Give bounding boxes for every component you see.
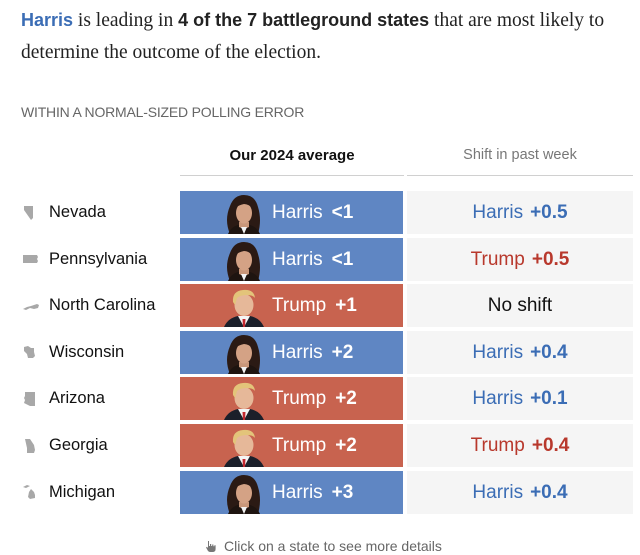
- state-name: Georgia: [49, 436, 108, 454]
- average-margin: <1: [331, 202, 354, 223]
- state-name: Wisconsin: [49, 342, 125, 361]
- average-leader: Trump: [272, 388, 327, 410]
- georgia-shape-icon: [25, 438, 35, 453]
- average-margin: +2: [331, 341, 354, 363]
- average-leader: Trump: [272, 295, 327, 317]
- state-label[interactable]: Nevada: [22, 191, 106, 234]
- intro-highlight: 4 of the 7 battleground states: [178, 10, 430, 30]
- average-label: Harris <1: [272, 191, 353, 234]
- state-row-georgia[interactable]: Georgia Trump +2 Trump +0.4: [0, 424, 640, 467]
- average-bar-harris[interactable]: Harris <1: [180, 191, 403, 234]
- shift-cell[interactable]: Harris +0.4: [407, 330, 633, 374]
- state-label[interactable]: Pennsylvania: [22, 238, 147, 281]
- wisconsin-shape-icon: [24, 346, 35, 359]
- average-bar-harris[interactable]: Harris +3: [180, 470, 403, 514]
- shift-cell[interactable]: No shift: [407, 284, 633, 328]
- average-margin: +2: [335, 388, 357, 410]
- state-label[interactable]: Wisconsin: [22, 331, 124, 374]
- state-name: Pennsylvania: [49, 249, 148, 268]
- column-header-shift: Shift in past week: [463, 147, 577, 163]
- state-label[interactable]: North Carolina: [22, 284, 155, 327]
- shift-value: +0.5: [530, 202, 568, 223]
- average-bar-trump[interactable]: Trump +2: [180, 377, 403, 421]
- state-name: Michigan: [49, 482, 116, 501]
- average-label: Trump +2: [272, 424, 357, 467]
- harris-portrait-icon: [227, 195, 260, 234]
- shift-leader: Trump: [470, 435, 525, 456]
- state-label[interactable]: Georgia: [22, 424, 108, 467]
- average-label: Harris +2: [272, 331, 353, 374]
- average-margin: +1: [335, 295, 357, 317]
- footnote: Click on a state to see more details: [205, 538, 442, 554]
- average-bar-trump[interactable]: Trump +1: [180, 284, 403, 328]
- shift-value: No shift: [487, 295, 553, 317]
- state-name: Arizona: [49, 389, 105, 408]
- intro-text-1: is leading in: [73, 10, 179, 31]
- shift-cell[interactable]: Harris +0.1: [407, 377, 633, 421]
- state-row-north-carolina[interactable]: North Carolina Trump +1 No shift: [0, 284, 640, 328]
- harris-portrait-icon: [227, 241, 260, 281]
- state-row-nevada[interactable]: Nevada Harris <1 Harris +0.5: [0, 191, 640, 234]
- state-name: Nevada: [49, 203, 106, 221]
- state-row-pennsylvania[interactable]: Pennsylvania Harris <1 Trump +0.5: [0, 237, 640, 281]
- shift-value: +0.5: [531, 248, 570, 270]
- arizona-shape-icon: [24, 391, 35, 406]
- shift-leader: Harris: [472, 341, 524, 363]
- shift-leader: Trump: [470, 248, 525, 270]
- trump-portrait-icon: [224, 429, 264, 467]
- column-header-average: Our 2024 average: [229, 147, 355, 164]
- header-divider-average: [180, 175, 404, 176]
- average-label: Harris <1: [272, 238, 353, 281]
- section-eyebrow: WITHIN A NORMAL-SIZED POLLING ERROR: [21, 104, 305, 120]
- average-leader: Harris: [272, 341, 323, 363]
- shift-value: +0.4: [530, 481, 568, 503]
- leader-name: Harris: [21, 10, 74, 30]
- average-bar-harris[interactable]: Harris <1: [180, 237, 403, 281]
- header-divider-shift: [407, 175, 633, 176]
- average-label: Harris +3: [272, 471, 353, 514]
- average-label: Trump +2: [272, 377, 357, 420]
- average-margin: +2: [335, 435, 357, 456]
- pennsylvania-shape-icon: [23, 255, 38, 264]
- average-leader: Harris: [272, 481, 323, 503]
- state-label[interactable]: Michigan: [22, 471, 115, 514]
- harris-portrait-icon: [227, 334, 260, 374]
- shift-value: +0.4: [530, 341, 568, 363]
- north-carolina-shape-icon: [23, 303, 39, 310]
- state-row-arizona[interactable]: Arizona Trump +2 Harris +0.1: [0, 377, 640, 421]
- average-leader: Harris: [272, 248, 323, 270]
- state-label[interactable]: Arizona: [22, 377, 105, 420]
- average-leader: Trump: [272, 435, 327, 456]
- shift-cell[interactable]: Harris +0.5: [407, 191, 633, 234]
- average-margin: +3: [331, 481, 354, 503]
- average-label: Trump +1: [272, 284, 357, 327]
- average-margin: <1: [331, 248, 354, 270]
- shift-cell[interactable]: Trump +0.5: [407, 237, 633, 281]
- shift-leader: Harris: [472, 481, 524, 503]
- shift-cell[interactable]: Harris +0.4: [407, 470, 633, 514]
- trump-portrait-icon: [224, 383, 264, 421]
- intro-summary: Harris is leading in 4 of the 7 battlegr…: [21, 4, 631, 69]
- average-bar-trump[interactable]: Trump +2: [180, 424, 403, 467]
- harris-portrait-icon: [227, 474, 260, 514]
- shift-value: +0.4: [531, 435, 570, 456]
- average-bar-harris[interactable]: Harris +2: [180, 330, 403, 374]
- pointer-hand-icon: [206, 540, 216, 552]
- shift-leader: Harris: [472, 202, 524, 223]
- average-leader: Harris: [272, 202, 323, 223]
- shift-cell[interactable]: Trump +0.4: [407, 424, 633, 467]
- footnote-text: Click on a state to see more details: [224, 538, 442, 554]
- shift-leader: Harris: [472, 388, 524, 410]
- state-row-michigan[interactable]: Michigan Harris +3 Harris +0.4: [0, 470, 640, 514]
- state-row-wisconsin[interactable]: Wisconsin Harris +2 Harris +0.4: [0, 330, 640, 374]
- trump-portrait-icon: [224, 290, 264, 328]
- shift-value: +0.1: [530, 388, 568, 410]
- michigan-shape-icon: [23, 485, 35, 500]
- nevada-shape-icon: [24, 205, 33, 220]
- state-name: North Carolina: [49, 296, 156, 315]
